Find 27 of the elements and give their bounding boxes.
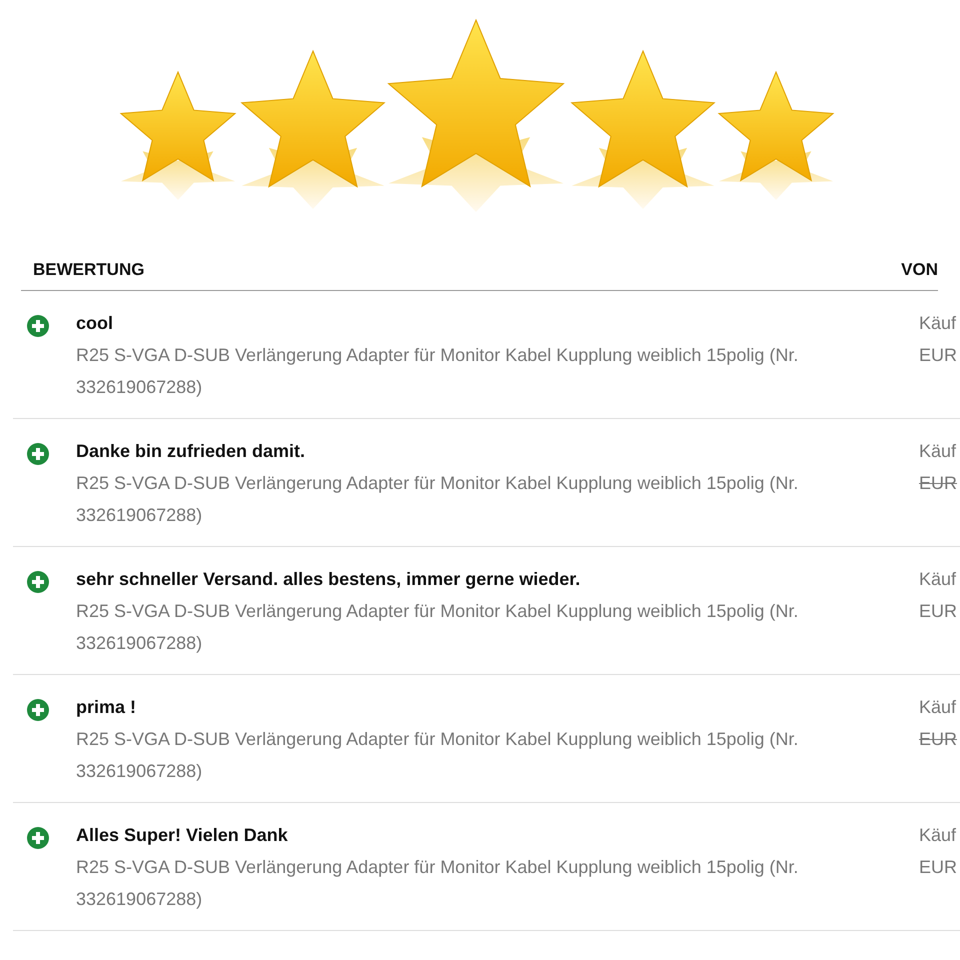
column-header: BEWERTUNG	[32, 260, 144, 280]
plus-circle-icon	[27, 699, 49, 721]
buyer-label: Käuf	[919, 568, 956, 591]
feedback-comment: Danke bin zufrieden damit.	[76, 440, 306, 463]
feedback-comment: prima !	[76, 696, 138, 719]
price-label: EUR	[919, 344, 958, 367]
item-description: R25 S-VGA D-SUB Verlängerung Adapter für Monitor Kabel Kupplung weiblich 15polig (Nr. 332619067288)	[76, 600, 800, 655]
item-description: R25 S-VGA D-SUB Verlängerung Adapter für Monitor Kabel Kupplung weiblich 15polig (Nr. 332619067288)	[76, 344, 800, 399]
price-label: EUR	[919, 600, 958, 623]
plus-circle-icon	[27, 443, 49, 465]
column-header: VON	[901, 260, 938, 280]
buyer-label: Käuf	[919, 440, 956, 463]
plus-circle-icon	[27, 571, 49, 593]
price-label: EUR	[919, 472, 958, 495]
feedback-comment: Alles Super! Vielen Dank	[76, 824, 289, 847]
buyer-label: Käuf	[919, 824, 956, 847]
item-description: R25 S-VGA D-SUB Verlängerung Adapter für Monitor Kabel Kupplung weiblich 15polig (Nr. 332619067288)	[76, 856, 800, 911]
buyer-label: Käuf	[919, 696, 956, 719]
feedback-comment: sehr schneller Versand. alles bestens, immer gerne wieder.	[76, 568, 582, 591]
price-label: EUR	[919, 728, 958, 751]
feedback-comment: cool	[76, 312, 114, 335]
item-description: R25 S-VGA D-SUB Verlängerung Adapter für Monitor Kabel Kupplung weiblich 15polig (Nr. 332619067288)	[76, 472, 800, 527]
price-label: EUR	[919, 856, 958, 879]
plus-circle-icon	[27, 315, 49, 337]
buyer-label: Käuf	[919, 312, 956, 335]
plus-circle-icon	[27, 827, 49, 849]
item-description: R25 S-VGA D-SUB Verlängerung Adapter für Monitor Kabel Kupplung weiblich 15polig (Nr. 332619067288)	[76, 728, 800, 783]
